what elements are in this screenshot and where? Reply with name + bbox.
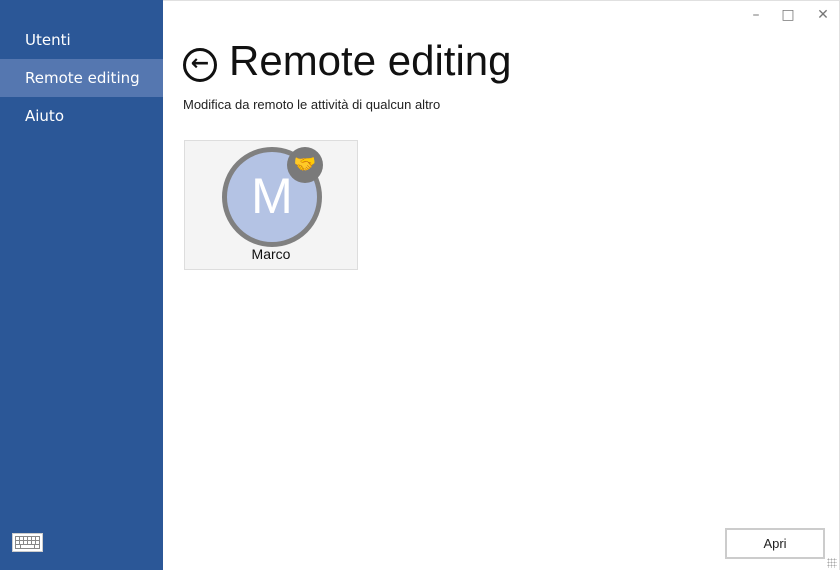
main-panel: – □ ✕ ← Remote editing Modifica da remot… [163, 0, 840, 570]
sidebar-item-remote-editing[interactable]: Remote editing [0, 59, 163, 97]
resize-grip[interactable] [827, 558, 837, 568]
minimize-button[interactable]: – [746, 7, 766, 25]
keyboard-icon[interactable] [12, 533, 43, 552]
sidebar-item-aiuto[interactable]: Aiuto [0, 97, 163, 135]
handshake-icon: 🤝 [287, 147, 323, 183]
sidebar-item-utenti[interactable]: Utenti [0, 21, 163, 59]
page-subtitle: Modifica da remoto le attività di qualcu… [183, 97, 441, 112]
page-title: Remote editing [229, 37, 512, 84]
open-button[interactable]: Apri [725, 528, 825, 559]
user-tile-marco[interactable]: M 🤝 Marco [184, 140, 358, 270]
user-name: Marco [251, 246, 291, 262]
sidebar: Utenti Remote editing Aiuto [0, 0, 163, 570]
close-button[interactable]: ✕ [813, 7, 833, 25]
maximize-button[interactable]: □ [778, 7, 798, 25]
back-arrow-icon[interactable]: ← [183, 48, 217, 82]
